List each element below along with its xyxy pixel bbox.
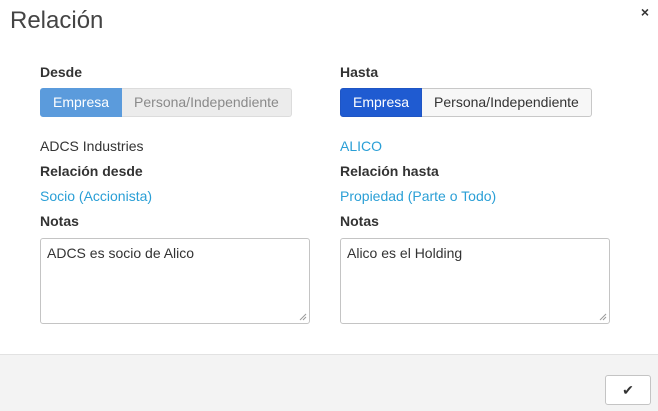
to-person-button[interactable]: Persona/Independiente (422, 88, 592, 117)
confirm-button[interactable]: ✔ (605, 375, 651, 405)
from-notes-textarea[interactable]: ADCS es socio de Alico (40, 238, 310, 324)
dialog-footer: ✔ (0, 354, 658, 411)
resize-grip-icon[interactable] (299, 313, 307, 321)
dialog-title: Relación (10, 7, 104, 34)
to-notes-textarea[interactable]: Alico es el Holding (340, 238, 610, 324)
resize-grip-icon[interactable] (599, 313, 607, 321)
to-relation-label: Relación hasta (340, 163, 439, 179)
to-relation-link[interactable]: Propiedad (Parte o Todo) (340, 188, 612, 204)
relation-dialog: Relación × Desde Empresa Persona/Indepen… (0, 0, 658, 411)
to-column: Hasta Empresa Persona/Independiente ALIC… (340, 64, 612, 324)
from-notes-wrapper: ADCS es socio de Alico (40, 238, 310, 324)
to-company-button[interactable]: Empresa (340, 88, 423, 117)
to-notes-wrapper: Alico es el Holding (340, 238, 610, 324)
from-entity-name: ADCS Industries (40, 138, 144, 154)
from-relation-label: Relación desde (40, 163, 143, 179)
close-icon[interactable]: × (641, 5, 649, 19)
from-notes-label: Notas (40, 213, 79, 229)
from-label: Desde (40, 64, 83, 80)
from-company-button[interactable]: Empresa (40, 88, 123, 117)
to-entity-link[interactable]: ALICO (340, 138, 612, 154)
dialog-header: Relación × (0, 0, 658, 46)
from-relation-link[interactable]: Socio (Accionista) (40, 188, 312, 204)
to-type-toggle: Empresa Persona/Independiente (340, 88, 612, 117)
checkmark-icon: ✔ (622, 381, 634, 398)
from-type-toggle: Empresa Persona/Independiente (40, 88, 312, 117)
to-label: Hasta (340, 64, 379, 80)
from-person-button[interactable]: Persona/Independiente (122, 88, 292, 117)
from-column: Desde Empresa Persona/Independiente ADCS… (40, 64, 312, 324)
to-notes-label: Notas (340, 213, 379, 229)
